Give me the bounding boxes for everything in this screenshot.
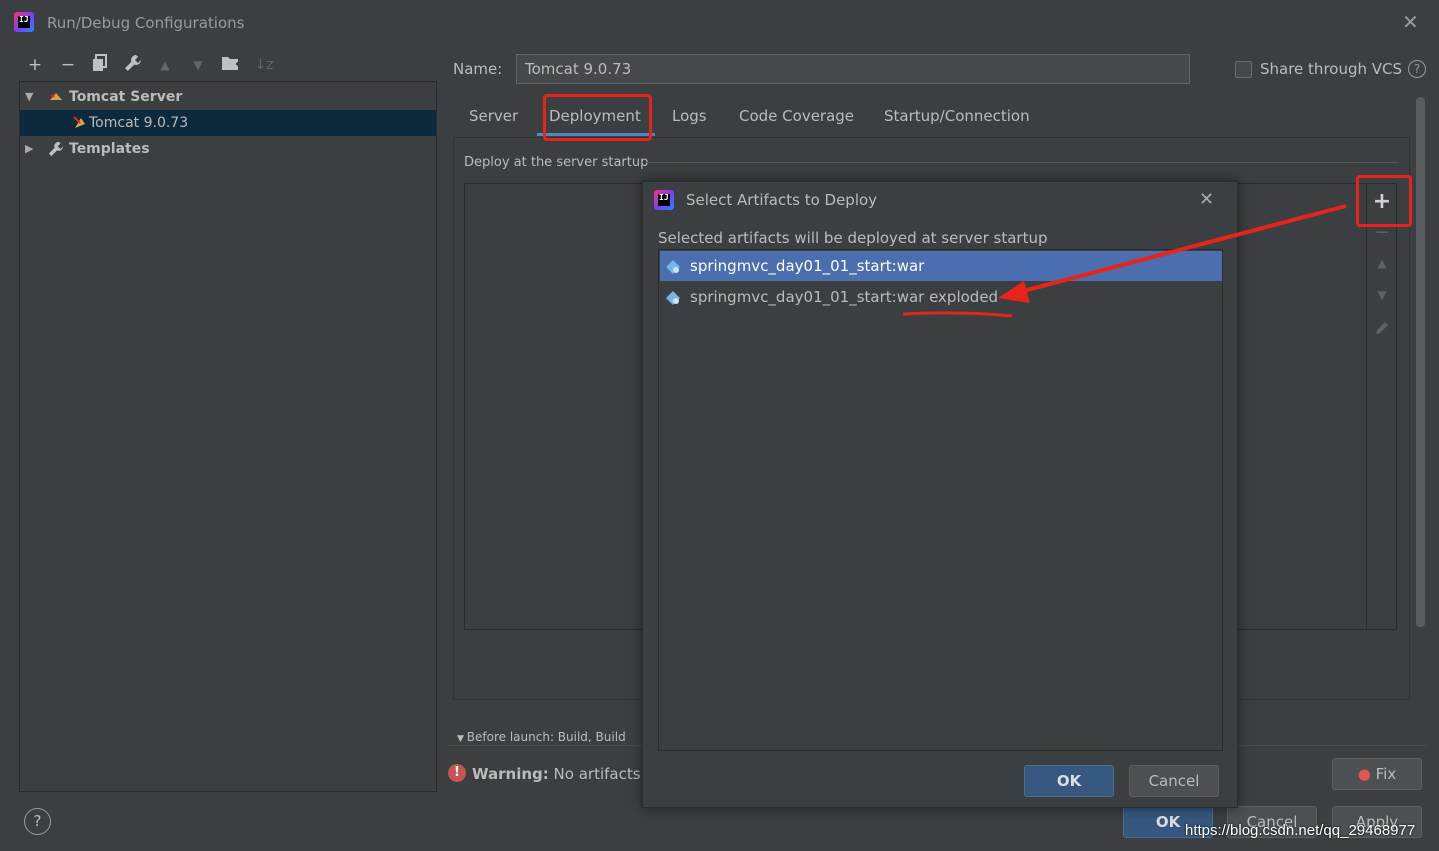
watermark: https://blog.csdn.net/qq_29468977 (1185, 822, 1416, 839)
annotation-arrow (902, 204, 1347, 318)
